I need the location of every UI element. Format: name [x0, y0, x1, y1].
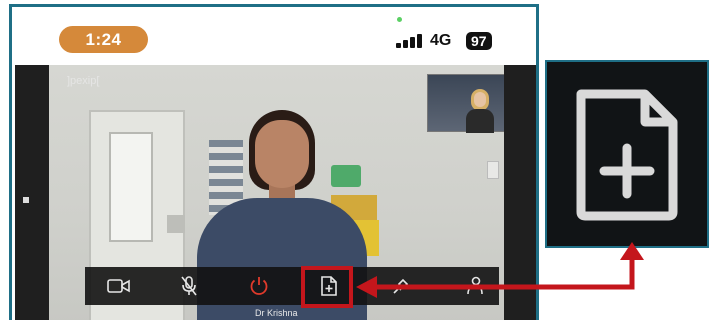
battery-level: 97	[466, 32, 492, 50]
video-camera-icon	[107, 279, 130, 293]
caller-name-label: Dr Krishna	[255, 308, 298, 318]
zoomed-file-add-panel	[545, 60, 709, 248]
status-bar: 1:24 4G 97	[12, 7, 536, 65]
call-toolbar	[85, 267, 499, 305]
self-view-thumbnail[interactable]	[427, 74, 504, 133]
file-add-icon	[576, 89, 678, 221]
tutorial-screenshot: 1:24 4G 97 ]pexip[Dr Krishna	[0, 0, 715, 320]
status-time: 1:24	[59, 26, 148, 53]
network-type: 4G	[430, 32, 452, 49]
power-icon	[250, 277, 268, 295]
signal-strength-icon	[396, 34, 426, 48]
pin-icon	[393, 278, 409, 294]
pin-button[interactable]	[381, 267, 421, 305]
person-icon	[467, 276, 483, 295]
microphone-muted-icon	[181, 276, 197, 296]
mute-button[interactable]	[169, 267, 209, 305]
participants-button[interactable]	[453, 267, 493, 305]
right-panel	[504, 65, 536, 320]
share-file-highlight	[301, 266, 353, 308]
end-call-button[interactable]	[239, 267, 279, 305]
pexip-watermark: ]pexip[	[67, 75, 100, 87]
sidebar-toggle-icon[interactable]	[23, 197, 29, 203]
camera-indicator-icon	[397, 17, 402, 22]
video-call-area[interactable]: ]pexip[Dr Krishna	[15, 65, 536, 320]
left-panel	[15, 65, 49, 320]
camera-button[interactable]	[99, 267, 139, 305]
phone-frame: 1:24 4G 97 ]pexip[Dr Krishna	[9, 4, 539, 320]
